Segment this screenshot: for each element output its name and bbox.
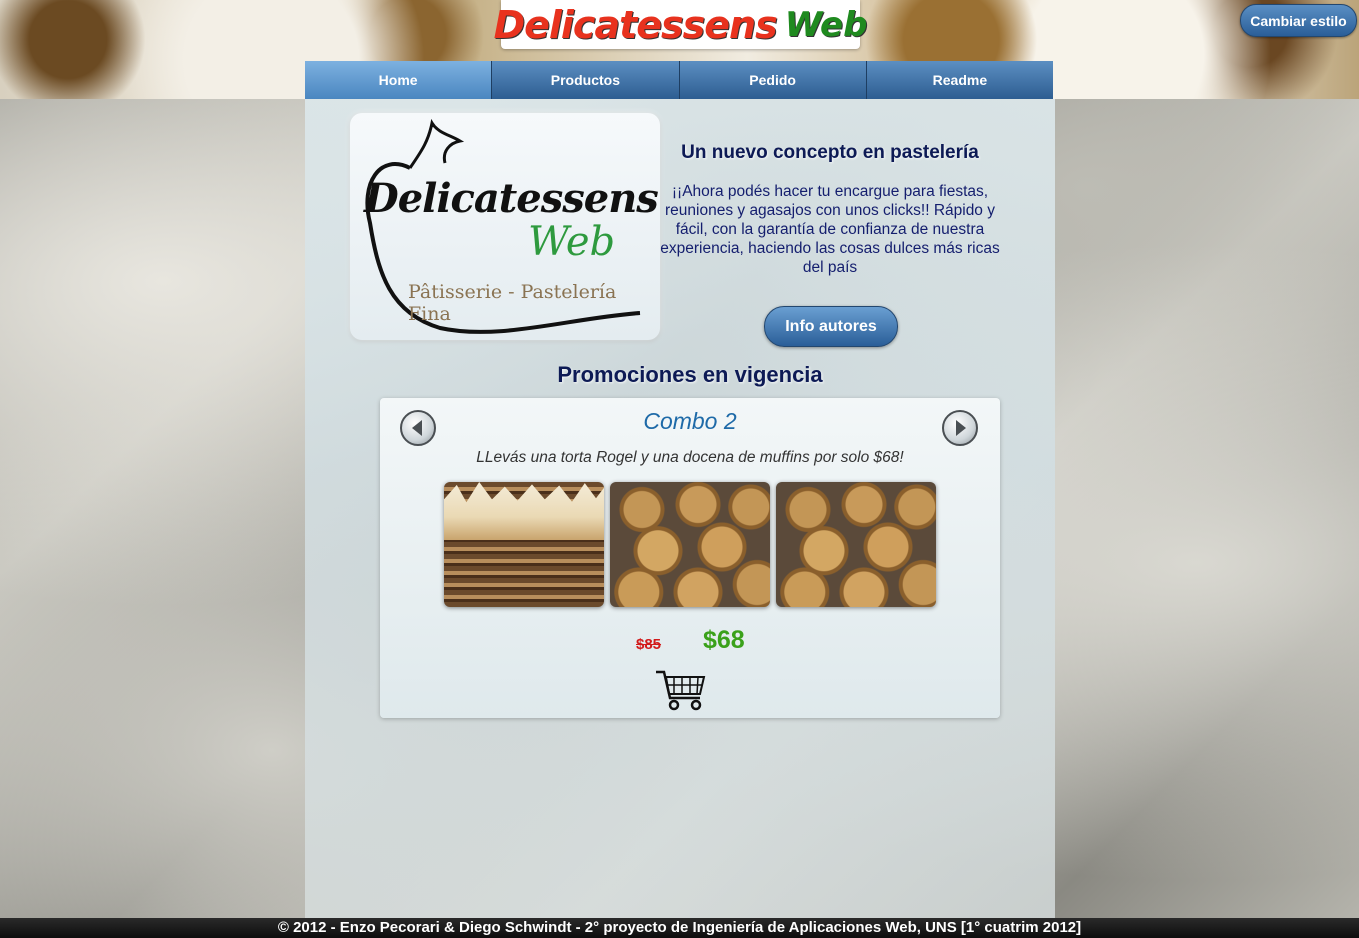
main-nav: Home Productos Pedido Readme [305, 61, 1053, 99]
logo-text-main: Delicatessens [493, 2, 778, 47]
next-arrow-icon[interactable] [942, 410, 978, 446]
site-logo[interactable]: Delicatessens Web [494, 0, 867, 49]
muffins-image [610, 482, 770, 607]
brand-logo-subtitle: Pâtisserie - Pastelería Fina [408, 281, 617, 325]
new-price: $68 [703, 626, 745, 654]
muffins-image [776, 482, 936, 607]
info-authors-button[interactable]: Info autores [764, 306, 898, 347]
rogel-cake-image [444, 482, 604, 607]
combo-title: Combo 2 [643, 408, 737, 434]
nav-item-pedido[interactable]: Pedido [679, 61, 867, 99]
intro-text: ¡¡Ahora podés hacer tu encargue para fie… [660, 183, 1000, 276]
change-style-button[interactable]: Cambiar estilo [1240, 4, 1357, 37]
promo-carousel: Combo 2 LLevás una torta Rogel y una doc… [380, 398, 1000, 718]
brand-logo-web: Web [528, 219, 616, 265]
logo-text-web: Web [784, 4, 868, 45]
old-price: $85 [636, 636, 662, 653]
nav-item-readme[interactable]: Readme [866, 61, 1053, 99]
nav-item-productos[interactable]: Productos [492, 61, 680, 99]
brand-logo-card: Delicatessens Web Pâtisserie - Pastelerí… [350, 113, 660, 340]
combo-description: LLevás una torta Rogel y una docena de m… [476, 449, 904, 466]
promotions-heading: Promociones en vigencia [557, 362, 823, 387]
brand-logo-name: Delicatessens [364, 175, 659, 222]
nav-item-home[interactable]: Home [305, 61, 493, 99]
footer-credits: © 2012 - Enzo Pecorari & Diego Schwindt … [0, 918, 1359, 938]
intro-title: Un nuevo concepto en pastelería [681, 142, 979, 163]
shopping-cart-icon[interactable] [654, 668, 706, 717]
combo-photos [444, 482, 936, 607]
